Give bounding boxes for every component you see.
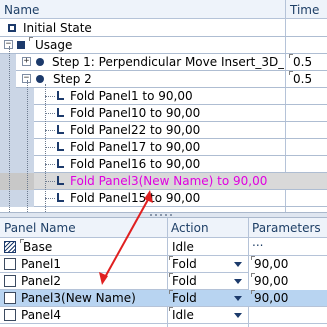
annotation-arrow-icon (99, 190, 153, 285)
